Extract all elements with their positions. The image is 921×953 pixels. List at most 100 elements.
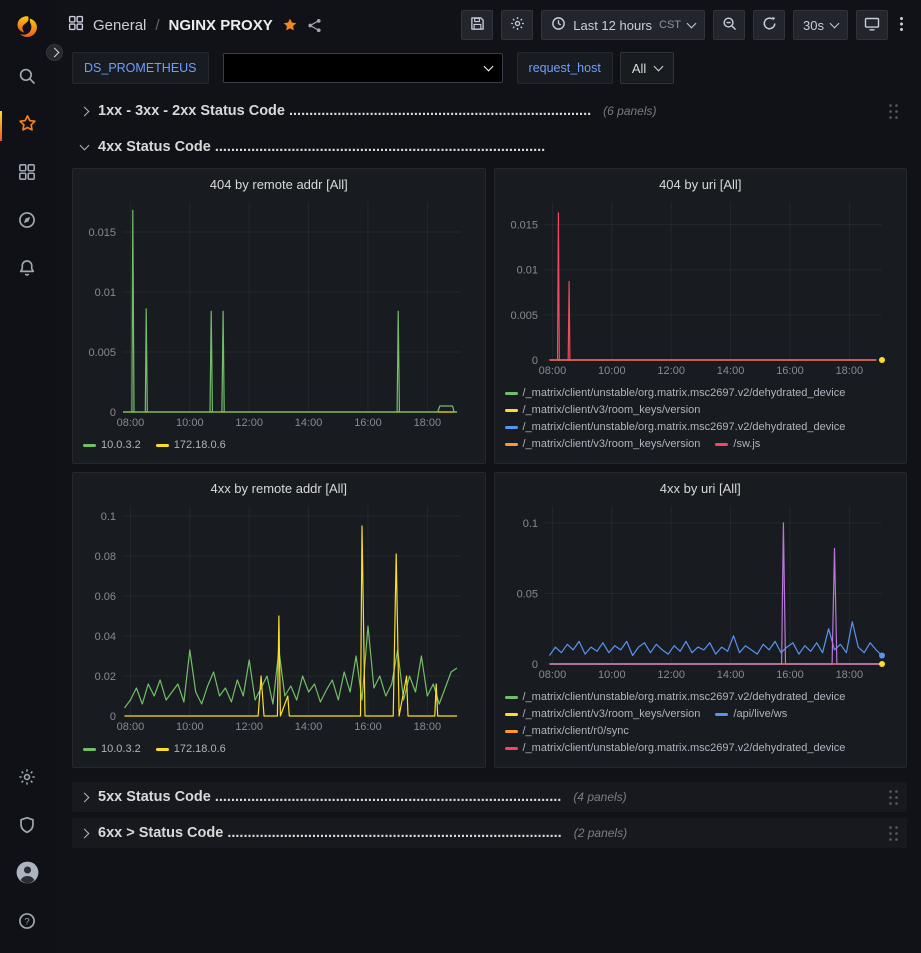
favorite-star-icon[interactable] — [282, 17, 298, 33]
share-icon[interactable] — [307, 18, 322, 33]
svg-text:0: 0 — [110, 711, 116, 723]
row-1xx-3xx-2xx-status-code[interactable]: 1xx - 3xx - 2xx Status Code ............… — [72, 96, 907, 126]
legend-label: /api/live/ws — [733, 707, 787, 721]
more-options-button[interactable] — [896, 10, 907, 40]
drag-handle-icon[interactable] — [886, 789, 901, 806]
svg-text:16:00: 16:00 — [354, 417, 382, 429]
legend-item[interactable]: /_matrix/client/unstable/org.matrix.msc2… — [505, 690, 846, 704]
datasource-variable-label[interactable]: DS_PROMETHEUS — [72, 52, 209, 84]
svg-text:12:00: 12:00 — [657, 669, 685, 681]
sidebar-item-starred[interactable] — [0, 102, 54, 150]
legend-label: /_matrix/client/v3/room_keys/version — [523, 403, 701, 417]
legend-item[interactable]: /_matrix/client/unstable/org.matrix.msc2… — [505, 741, 846, 755]
sidebar-item-profile[interactable] — [0, 851, 54, 899]
legend-label: /_matrix/client/v3/room_keys/version — [523, 437, 701, 451]
sidebar-item-server-admin[interactable] — [0, 803, 54, 851]
zoom-out-button[interactable] — [713, 10, 745, 40]
timeseries-chart[interactable]: 08:0010:0012:0014:0016:0018:0000.020.040… — [83, 498, 474, 734]
dashboards-grid-icon — [18, 163, 36, 186]
request-host-label[interactable]: request_host — [517, 52, 613, 84]
timeseries-chart[interactable]: 08:0010:0012:0014:0016:0018:0000.0050.01… — [83, 194, 474, 430]
timeseries-chart[interactable]: 08:0010:0012:0014:0016:0018:0000.050.1 — [505, 498, 896, 682]
request-host-select[interactable]: All — [620, 52, 674, 84]
legend-item[interactable]: 172.18.0.6 — [156, 742, 226, 756]
panel-404-by-uri: 404 by uri [All]08:0010:0012:0014:0016:0… — [494, 168, 908, 464]
timeseries-chart[interactable]: 08:0010:0012:0014:0016:0018:0000.0050.01… — [505, 194, 896, 378]
panel-title[interactable]: 404 by remote addr [All] — [83, 174, 475, 194]
svg-text:18:00: 18:00 — [414, 721, 442, 733]
svg-text:0.015: 0.015 — [88, 227, 116, 239]
sidebar-item-help[interactable]: ? — [0, 899, 54, 947]
sidebar-item-explore[interactable] — [0, 198, 54, 246]
grafana-logo-icon[interactable] — [0, 6, 54, 50]
legend-item[interactable]: /_matrix/client/r0/sync — [505, 724, 629, 738]
sidebar-item-configuration[interactable] — [0, 755, 54, 803]
legend-item[interactable]: 10.0.3.2 — [83, 438, 141, 452]
legend-label: /_matrix/client/v3/room_keys/version — [523, 707, 701, 721]
request-host-variable: request_host All — [517, 52, 675, 84]
row-5xx-status-code[interactable]: 5xx Status Code ........................… — [72, 782, 907, 812]
monitor-icon — [864, 16, 880, 35]
time-picker[interactable]: Last 12 hours CST — [541, 10, 705, 40]
legend-label: /_matrix/client/unstable/org.matrix.msc2… — [523, 420, 846, 434]
breadcrumb-separator: / — [155, 17, 159, 34]
row-panel-count: (6 panels) — [603, 104, 656, 118]
legend-label: /_matrix/client/r0/sync — [523, 724, 629, 738]
legend-item[interactable]: /_matrix/client/v3/room_keys/version — [505, 403, 701, 417]
legend-swatch — [505, 747, 518, 750]
svg-text:0: 0 — [531, 355, 537, 367]
chevron-right-icon — [50, 48, 60, 58]
panel-title[interactable]: 4xx by uri [All] — [505, 478, 897, 498]
sidebar-expand-button[interactable] — [46, 44, 63, 61]
request-host-value: All — [632, 61, 646, 76]
legend-item[interactable]: /_matrix/client/unstable/org.matrix.msc2… — [505, 420, 846, 434]
svg-text:08:00: 08:00 — [117, 721, 145, 733]
legend-swatch — [505, 696, 518, 699]
chevron-down-icon — [483, 62, 493, 72]
panel-title[interactable]: 404 by uri [All] — [505, 174, 897, 194]
datasource-variable-select[interactable] — [223, 53, 503, 83]
chevron-right-icon — [80, 792, 90, 802]
dashboard-settings-button[interactable] — [501, 10, 533, 40]
sidebar-item-search[interactable] — [0, 54, 54, 102]
svg-text:0.04: 0.04 — [95, 631, 116, 643]
legend-item[interactable]: /api/live/ws — [715, 707, 787, 721]
svg-text:0.02: 0.02 — [95, 671, 116, 683]
drag-handle-icon[interactable] — [886, 825, 901, 842]
legend-item[interactable]: /_matrix/client/v3/room_keys/version — [505, 707, 701, 721]
breadcrumb-folder[interactable]: General — [93, 17, 146, 34]
row-6xx-status-code[interactable]: 6xx > Status Code ......................… — [72, 818, 907, 848]
chevron-down-icon — [687, 19, 697, 29]
svg-text:12:00: 12:00 — [657, 365, 685, 377]
dashboard-header: General / NGINX PROXY Last 12 hours CST … — [54, 0, 921, 46]
dashboard-title[interactable]: NGINX PROXY — [169, 17, 273, 34]
row-title: 5xx Status Code ........................… — [98, 789, 561, 805]
search-icon — [18, 67, 36, 90]
apps-grid-icon — [68, 15, 84, 35]
avatar — [15, 860, 40, 890]
row-panel-count: (4 panels) — [573, 790, 626, 804]
svg-text:14:00: 14:00 — [295, 417, 323, 429]
legend-item[interactable]: /_matrix/client/unstable/org.matrix.msc2… — [505, 386, 846, 400]
refresh-icon — [762, 16, 777, 34]
save-dashboard-button[interactable] — [461, 10, 493, 40]
sidebar-item-dashboards[interactable] — [0, 150, 54, 198]
legend-swatch — [505, 443, 518, 446]
drag-handle-icon[interactable] — [886, 103, 901, 120]
sidebar-item-alerting[interactable] — [0, 246, 54, 294]
tv-mode-button[interactable] — [856, 10, 888, 40]
panel-legend: /_matrix/client/unstable/org.matrix.msc2… — [505, 690, 897, 755]
refresh-interval-select[interactable]: 30s — [793, 10, 848, 40]
legend-item[interactable]: 172.18.0.6 — [156, 438, 226, 452]
svg-text:0: 0 — [110, 407, 116, 419]
legend-item[interactable]: /sw.js — [715, 437, 760, 451]
timezone-label: CST — [659, 19, 681, 31]
svg-text:14:00: 14:00 — [295, 721, 323, 733]
svg-text:0.08: 0.08 — [95, 551, 116, 563]
legend-item[interactable]: 10.0.3.2 — [83, 742, 141, 756]
legend-item[interactable]: /_matrix/client/v3/room_keys/version — [505, 437, 701, 451]
refresh-button[interactable] — [753, 10, 785, 40]
row-4xx-status-code[interactable]: 4xx Status Code ........................… — [72, 132, 907, 162]
panel-title[interactable]: 4xx by remote addr [All] — [83, 478, 475, 498]
panel-404-by-remote-addr: 404 by remote addr [All]08:0010:0012:001… — [72, 168, 486, 464]
